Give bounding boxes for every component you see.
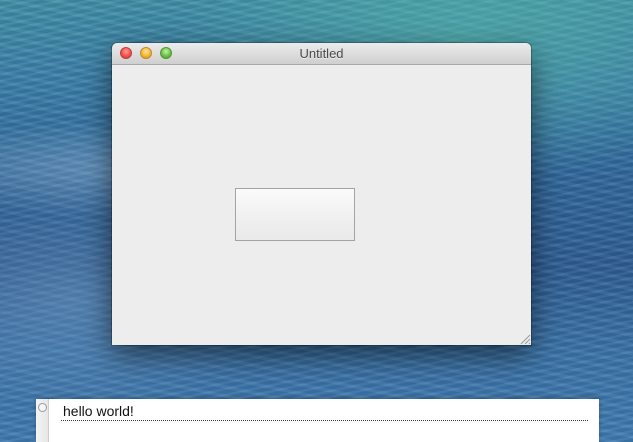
text-field-underline [61, 420, 588, 421]
window-content [112, 65, 531, 345]
text-field-value[interactable]: hello world! [63, 403, 134, 419]
panel-gutter [36, 399, 49, 442]
text-field-panel: hello world! [36, 399, 599, 442]
window-titlebar[interactable]: Untitled [112, 43, 531, 65]
resize-grip-icon[interactable] [517, 331, 531, 345]
app-window[interactable]: Untitled [112, 43, 531, 345]
push-button[interactable] [235, 188, 355, 241]
window-title: Untitled [299, 46, 344, 61]
radio-icon[interactable] [38, 403, 47, 412]
desktop-background: Untitled hello world! [0, 0, 633, 442]
